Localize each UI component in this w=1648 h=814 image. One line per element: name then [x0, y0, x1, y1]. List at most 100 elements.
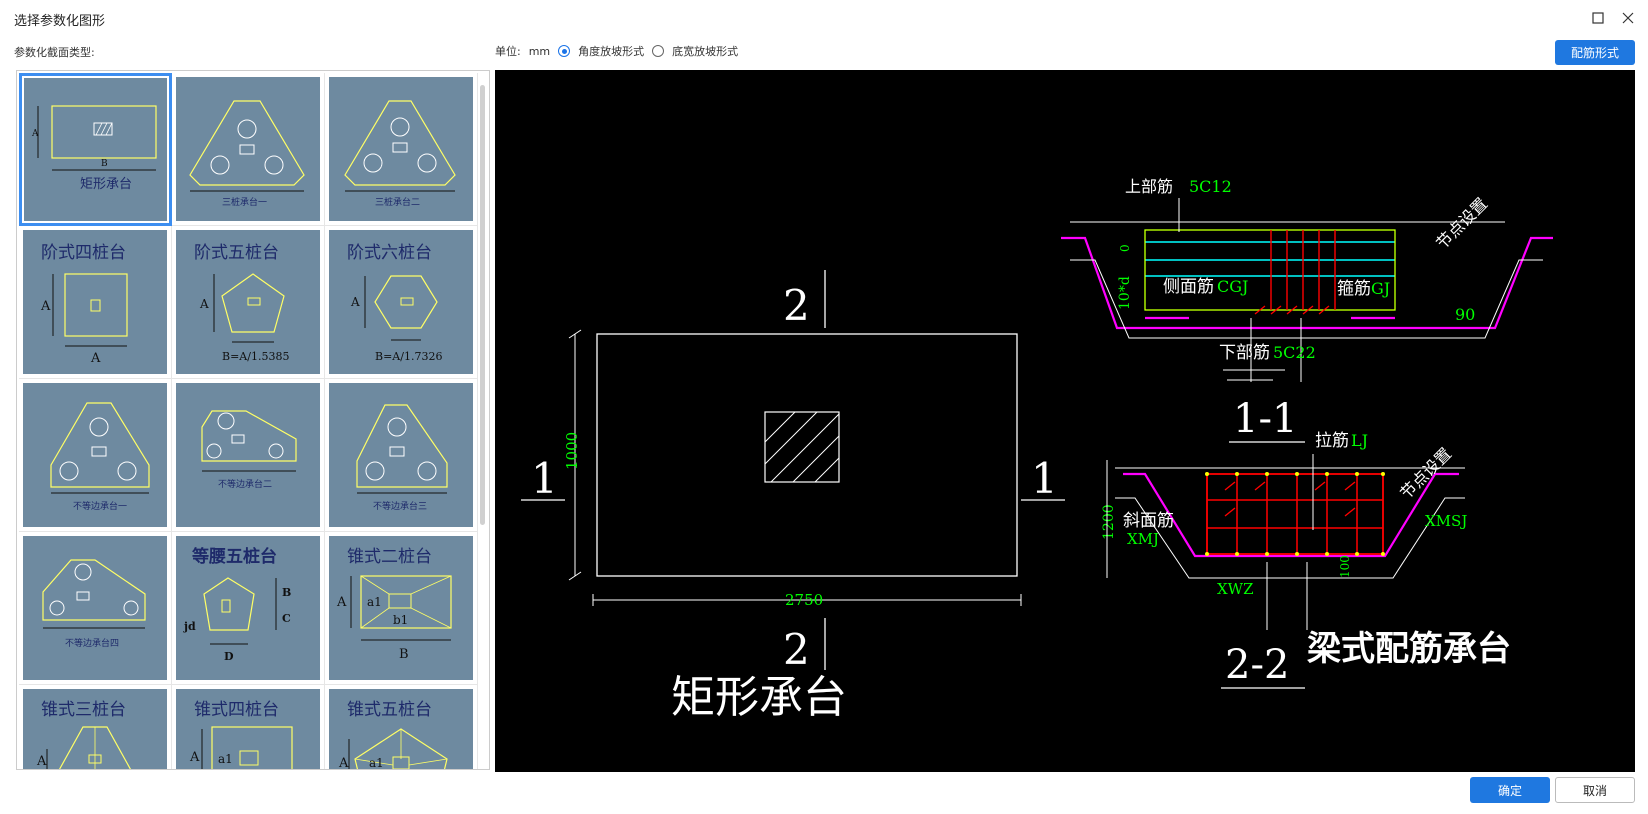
dim-height: 1000 — [563, 432, 581, 470]
shape-label: 锥式五桩台 — [347, 700, 432, 720]
rebar-form-button[interactable]: 配筋形式 — [1555, 40, 1635, 65]
shape-thumb: 锥式四桩台 A a1 — [176, 689, 320, 769]
shape-thumb: 等腰五桩台 B C D jd — [176, 536, 320, 680]
shape-thumb: 锥式五桩台 A a1 — [329, 689, 473, 770]
shape-dim-b: B — [101, 159, 108, 169]
angle-value: 90 — [1455, 305, 1475, 324]
section-mark-1-left: 1 — [531, 454, 558, 503]
shape-dim-a: A — [336, 595, 347, 610]
tie-value: LJ — [1351, 431, 1368, 450]
section-type-label: 参数化截面类型: — [14, 46, 95, 59]
dim-100: 100 — [1338, 555, 1352, 578]
shape-label: 阶式五桩台 — [194, 243, 279, 263]
section-1-1-title: 1-1 — [1233, 396, 1297, 442]
shape-dim-a1: a1 — [369, 756, 384, 770]
top-rebar-label: 上部筋 — [1125, 177, 1173, 196]
dim-10d: 10*d — [1117, 276, 1133, 310]
dim-zero: 0 — [1118, 244, 1132, 252]
shape-tile-three-pile-1[interactable]: 三桩承台一 — [172, 73, 325, 226]
shape-dim-b: B — [282, 586, 291, 599]
stirrup-value: GJ — [1371, 279, 1390, 298]
top-rebar-value: 5C12 — [1189, 177, 1232, 196]
ok-button[interactable]: 确定 — [1470, 777, 1550, 803]
shape-tile-step-four[interactable]: 阶式四桩台 A A — [19, 226, 172, 379]
section-2-2: 拉筋 LJ 节点设置 斜面筋 XMJ XMSJ XWZ 1200 100 2-2… — [1101, 431, 1511, 689]
shape-tile-unequal-2[interactable]: 不等边承台二 — [172, 379, 325, 532]
shape-tile-cone-four[interactable]: 锥式四桩台 A a1 — [172, 685, 325, 769]
stirrup-label: 箍筋 — [1337, 279, 1371, 299]
shape-dim-a: A — [36, 754, 47, 769]
preview-canvas: 2 2 1 1 1000 2750 矩形承台 上部筋 5C12 侧面筋 CGJ … — [495, 70, 1635, 772]
shape-thumb: 不等边承台三 — [329, 383, 473, 527]
shape-gallery: A B 矩形承台 三桩承台一 三桩承台二 阶式四桩台 A A 阶式五桩台 A B… — [16, 70, 490, 770]
shape-tile-unequal-1[interactable]: 不等边承台一 — [19, 379, 172, 532]
shape-thumb: A B 矩形承台 — [24, 78, 167, 221]
shape-thumb: 阶式四桩台 A A — [23, 230, 167, 374]
shape-dim-c: C — [282, 612, 291, 625]
shape-thumb: 不等边承台四 — [23, 536, 167, 680]
section-1-1: 上部筋 5C12 侧面筋 CGJ 箍筋 GJ 下部筋 5C22 节点设置 90 … — [1061, 177, 1553, 443]
shape-dim-a: A — [40, 299, 51, 314]
title-bar: 选择参数化图形 — [0, 0, 1648, 36]
shape-tile-step-six[interactable]: 阶式六桩台 A B=A/1.7326 — [325, 226, 478, 379]
shape-dim-b1: b1 — [393, 613, 408, 627]
shape-thumb: 锥式三桩台 A — [23, 689, 167, 769]
shape-dim-jd: jd — [183, 620, 196, 633]
bottom-rebar-value: 5C22 — [1273, 343, 1316, 362]
xwz-value: XWZ — [1217, 580, 1254, 598]
maximize-icon[interactable] — [1588, 8, 1608, 28]
unit-label: 单位: — [495, 45, 521, 58]
radio-angle-slope[interactable] — [558, 45, 571, 57]
side-rebar-value: CGJ — [1217, 277, 1248, 296]
shape-dim-a: A — [189, 750, 200, 765]
dim-width: 2750 — [785, 591, 823, 609]
section-2-2-title: 2-2 — [1225, 642, 1289, 688]
shape-label: 锥式三桩台 — [41, 700, 126, 720]
shape-tile-isosceles-five[interactable]: 等腰五桩台 B C D jd — [172, 532, 325, 685]
shape-label: 不等边承台二 — [218, 478, 272, 490]
cancel-button[interactable]: 取消 — [1555, 777, 1635, 803]
shape-tile-cone-three[interactable]: 锥式三桩台 A — [19, 685, 172, 769]
shape-tile-cone-two[interactable]: 锥式二桩台 A a1 b1 B — [325, 532, 478, 685]
shape-dim-a1: a1 — [218, 752, 233, 766]
shape-tile-unequal-4[interactable]: 不等边承台四 — [19, 532, 172, 685]
slope-rebar-label: 斜面筋 — [1123, 511, 1174, 531]
section-mark-2-top: 2 — [783, 281, 810, 330]
radio-width-slope[interactable] — [652, 45, 665, 57]
shape-thumb: 锥式二桩台 A a1 b1 B — [329, 536, 473, 680]
shape-label: 阶式四桩台 — [41, 243, 126, 263]
shape-dim-b: B — [399, 647, 409, 662]
close-icon[interactable] — [1618, 8, 1638, 28]
shape-thumb: 阶式六桩台 A B=A/1.7326 — [329, 230, 473, 374]
shape-tile-cone-five[interactable]: 锥式五桩台 A a1 — [325, 685, 478, 770]
shape-dim-a: A — [350, 295, 360, 309]
beam-title: 梁式配筋承台 — [1307, 629, 1511, 669]
shape-label: 等腰五桩台 — [192, 546, 277, 567]
radio-width-slope-label[interactable]: 底宽放坡形式 — [672, 43, 738, 59]
shape-thumb: 不等边承台二 — [176, 383, 320, 527]
shape-dim-a: A — [31, 129, 39, 139]
shape-dim-a: A — [338, 756, 349, 770]
bottom-rebar-label: 下部筋 — [1219, 343, 1270, 363]
node-setting-label: 节点设置 — [1432, 194, 1491, 253]
unit-value: mm — [528, 44, 551, 58]
shape-thumb: 三桩承台一 — [176, 77, 320, 221]
shape-dim-d: D — [224, 650, 234, 663]
shape-tile-unequal-3[interactable]: 不等边承台三 — [325, 379, 478, 532]
shape-tile-step-five[interactable]: 阶式五桩台 A B=A/1.5385 — [172, 226, 325, 379]
shape-label: 三桩承台一 — [222, 196, 267, 208]
shape-tile-rect[interactable]: A B 矩形承台 — [19, 73, 172, 226]
shape-label: 不等边承台一 — [73, 500, 127, 512]
radio-angle-slope-label[interactable]: 角度放坡形式 — [578, 43, 644, 59]
gallery-scrollbar[interactable] — [480, 85, 485, 525]
plan-rectangle — [596, 333, 1018, 577]
shape-label: 锥式二桩台 — [347, 547, 432, 567]
shape-dim-b: B=A/1.5385 — [222, 350, 289, 363]
shape-thumb: 阶式五桩台 A B=A/1.5385 — [176, 230, 320, 374]
shape-tile-three-pile-2[interactable]: 三桩承台二 — [325, 73, 478, 226]
slope-rebar-value: XMJ — [1127, 530, 1159, 548]
tie-label: 拉筋 — [1315, 431, 1349, 451]
shape-label: 矩形承台 — [80, 177, 132, 192]
shape-dim-b: B=A/1.7326 — [375, 350, 442, 363]
side-rebar-label: 侧面筋 — [1163, 277, 1214, 297]
